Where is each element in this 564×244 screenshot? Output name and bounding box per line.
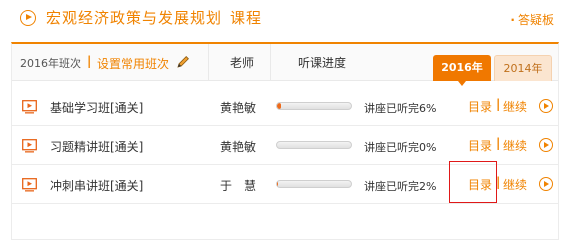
- tab-2016[interactable]: 2016年: [433, 55, 491, 86]
- table-row: 习题精讲班[通关] 黄艳敏 讲座已听完0% 目录 | 继续: [12, 127, 558, 165]
- progress-bar: [276, 102, 352, 110]
- column-divider: [270, 44, 271, 80]
- pencil-icon[interactable]: [176, 55, 190, 69]
- progress-bar-fill: [277, 103, 282, 109]
- highlight-box: [449, 161, 497, 203]
- course-title: 宏观经济政策与发展规划: [46, 9, 223, 27]
- teacher-name: 于 慧: [220, 179, 257, 193]
- video-lesson-icon: [22, 100, 37, 114]
- bullet-icon: ·: [510, 13, 515, 27]
- progress-bar: [276, 180, 352, 188]
- course-name[interactable]: 基础学习班[通关]: [50, 99, 143, 116]
- play-circle-icon[interactable]: [539, 177, 553, 191]
- set-common-class-link[interactable]: 设置常用班次: [97, 55, 169, 72]
- continue-link[interactable]: 继续: [503, 176, 527, 193]
- continue-link[interactable]: 继续: [503, 137, 527, 154]
- link-separator: |: [496, 136, 501, 150]
- table-row: 基础学习班[通关] 黄艳敏 讲座已听完6% 目录 | 继续: [12, 88, 558, 126]
- progress-column-header: 听课进度: [298, 56, 347, 70]
- header-separator: |: [87, 54, 92, 68]
- catalog-link[interactable]: 目录: [468, 98, 492, 115]
- progress-status: 讲座已听完2%: [364, 180, 437, 193]
- course-title-suffix: 课程: [230, 9, 263, 27]
- page-title: 宏观经济政策与发展规划 课程: [46, 7, 262, 28]
- play-circle-icon[interactable]: [539, 99, 553, 113]
- progress-bar: [276, 141, 352, 149]
- play-circle-icon: [20, 10, 36, 26]
- video-lesson-icon: [22, 178, 37, 192]
- term-label: 2016年班次: [20, 57, 81, 70]
- course-name[interactable]: 冲刺串讲班[通关]: [50, 177, 143, 194]
- teacher-name: 黄艳敏: [220, 101, 257, 115]
- continue-link[interactable]: 继续: [503, 98, 527, 115]
- link-separator: |: [496, 97, 501, 111]
- course-panel: 2016年班次 | 设置常用班次 老师 听课进度 2016年 2014年 基础学…: [11, 42, 559, 240]
- table-header: 2016年班次 | 设置常用班次 老师 听课进度 2016年 2014年: [12, 44, 558, 86]
- play-circle-icon[interactable]: [539, 138, 553, 152]
- qa-board-label: 答疑板: [517, 13, 554, 27]
- progress-status: 讲座已听完0%: [364, 141, 437, 154]
- qa-board-link[interactable]: · 答疑板: [510, 11, 554, 28]
- course-header: 宏观经济政策与发展规划 课程 · 答疑板: [0, 0, 564, 36]
- teacher-column-header: 老师: [230, 56, 255, 70]
- progress-status: 讲座已听完6%: [364, 102, 437, 115]
- column-divider: [208, 44, 209, 80]
- catalog-link[interactable]: 目录: [468, 137, 492, 154]
- teacher-name: 黄艳敏: [220, 140, 257, 154]
- course-name[interactable]: 习题精讲班[通关]: [50, 138, 143, 155]
- progress-bar-fill: [277, 181, 279, 187]
- video-lesson-icon: [22, 139, 37, 153]
- tab-2014[interactable]: 2014年: [494, 55, 552, 81]
